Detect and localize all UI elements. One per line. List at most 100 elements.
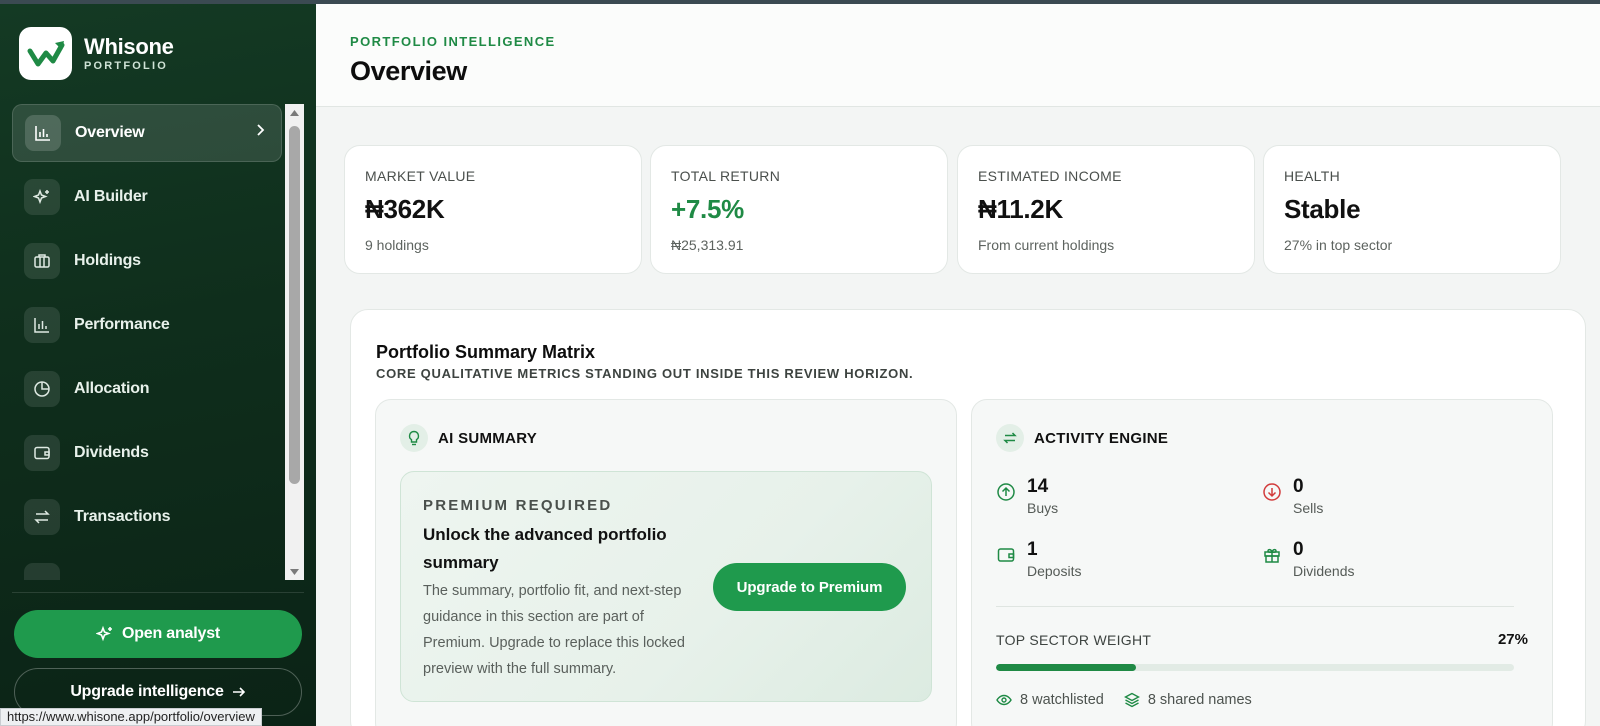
window-top-border bbox=[0, 0, 1600, 4]
arrow-right-icon bbox=[232, 687, 245, 697]
stat-value: Stable bbox=[1284, 194, 1361, 224]
sidebar-item-allocation[interactable]: Allocation bbox=[12, 360, 282, 418]
sidebar-item-label: Allocation bbox=[74, 380, 150, 397]
stat-subtext: 27% in top sector bbox=[1284, 237, 1393, 253]
sidebar-divider bbox=[12, 592, 304, 593]
stat-card-market-value: MARKET VALUE ₦362K 9 holdings bbox=[344, 145, 642, 274]
watchlisted-label: 8 watchlisted bbox=[1020, 692, 1104, 708]
activity-deposits: 1 Deposits bbox=[996, 539, 1081, 581]
briefcase-icon bbox=[24, 243, 60, 279]
stat-subtext: ₦25,313.91 bbox=[671, 237, 744, 253]
top-sector-weight-value: 27% bbox=[1497, 631, 1528, 648]
stat-value: ₦362K bbox=[365, 194, 445, 224]
stat-label: HEALTH bbox=[1284, 168, 1340, 184]
sidebar-scrollbar[interactable] bbox=[285, 104, 304, 580]
ai-summary-panel: AI SUMMARY PREMIUM REQUIRED Unlock the a… bbox=[375, 399, 957, 726]
portfolio-summary-matrix: Portfolio Summary Matrix CORE QUALITATIV… bbox=[350, 309, 1586, 726]
shared-names-label: 8 shared names bbox=[1147, 692, 1252, 708]
premium-required-label: PREMIUM REQUIRED bbox=[423, 497, 613, 514]
arrow-up-circle-icon bbox=[997, 483, 1015, 501]
activity-engine-panel: ACTIVITY ENGINE 14 Buys 0 Sells 1 Deposi… bbox=[971, 399, 1553, 726]
more-icon bbox=[24, 563, 60, 580]
stat-label: ESTIMATED INCOME bbox=[978, 168, 1122, 184]
swap-icon bbox=[996, 424, 1024, 452]
sidebar-item-label: AI Builder bbox=[74, 188, 148, 205]
progress-fill bbox=[996, 664, 1136, 671]
sparkles-icon bbox=[24, 179, 60, 215]
page-eyebrow: PORTFOLIO INTELLIGENCE bbox=[350, 34, 556, 49]
top-sector-weight-label: TOP SECTOR WEIGHT bbox=[996, 632, 1152, 648]
sidebar-item-label: Overview bbox=[75, 124, 145, 141]
stat-card-total-return: TOTAL RETURN +7.5% ₦25,313.91 bbox=[650, 145, 948, 274]
premium-description: The summary, portfolio fit, and next-ste… bbox=[423, 583, 685, 677]
activity-label: Dividends bbox=[1293, 563, 1355, 579]
bar-chart-icon bbox=[24, 307, 60, 343]
panel-title: ACTIVITY ENGINE bbox=[1034, 429, 1169, 447]
matrix-subtitle: CORE QUALITATIVE METRICS STANDING OUT IN… bbox=[376, 366, 914, 381]
sidebar-item-transactions[interactable]: Transactions bbox=[12, 488, 282, 546]
wallet-icon bbox=[24, 435, 60, 471]
sidebar-item-holdings[interactable]: Holdings bbox=[12, 232, 282, 290]
sidebar: Whisone PORTFOLIO Overview AI Builder Ho… bbox=[0, 0, 316, 726]
sidebar-item-performance[interactable]: Performance bbox=[12, 296, 282, 354]
gift-icon bbox=[1264, 548, 1280, 563]
stat-label: MARKET VALUE bbox=[365, 168, 476, 184]
main-content: PORTFOLIO INTELLIGENCE Overview MARKET V… bbox=[316, 4, 1600, 726]
activity-sells: 0 Sells bbox=[1262, 476, 1323, 518]
scroll-up-arrow-icon[interactable] bbox=[285, 104, 304, 121]
wallet-icon bbox=[997, 548, 1015, 562]
stat-card-health: HEALTH Stable 27% in top sector bbox=[1263, 145, 1561, 274]
activity-value: 1 bbox=[1027, 539, 1038, 560]
stat-subtext: From current holdings bbox=[978, 237, 1115, 253]
activity-value: 0 bbox=[1293, 539, 1304, 560]
activity-label: Deposits bbox=[1027, 563, 1082, 579]
page-header: PORTFOLIO INTELLIGENCE Overview bbox=[316, 4, 1600, 107]
matrix-title: Portfolio Summary Matrix bbox=[376, 342, 596, 362]
sparkles-icon bbox=[95, 625, 112, 642]
sidebar-nav: Overview AI Builder Holdings Performance bbox=[12, 104, 284, 580]
shared-names-count: 8 shared names bbox=[1123, 692, 1252, 708]
chevron-right-icon bbox=[255, 123, 265, 142]
page-title: Overview bbox=[350, 56, 467, 86]
scroll-down-arrow-icon[interactable] bbox=[285, 563, 304, 580]
eye-icon bbox=[996, 694, 1012, 706]
upgrade-intelligence-label: Upgrade intelligence bbox=[70, 683, 224, 700]
upgrade-to-premium-button[interactable]: Upgrade to Premium bbox=[713, 563, 906, 611]
stat-value: +7.5% bbox=[671, 194, 744, 224]
panel-title: AI SUMMARY bbox=[438, 429, 538, 447]
top-sector-weight-bar bbox=[996, 664, 1514, 671]
sidebar-item-partial[interactable] bbox=[12, 552, 282, 580]
activity-label: Buys bbox=[1027, 500, 1059, 516]
stat-value: ₦11.2K bbox=[978, 194, 1063, 224]
divider bbox=[996, 606, 1514, 607]
arrow-down-circle-icon bbox=[1263, 483, 1281, 501]
activity-dividends: 0 Dividends bbox=[1262, 539, 1354, 581]
premium-title: Unlock the advanced portfolio summary bbox=[423, 525, 667, 572]
watchlisted-count: 8 watchlisted bbox=[996, 692, 1104, 708]
sidebar-item-label: Transactions bbox=[74, 508, 171, 525]
sidebar-item-overview[interactable]: Overview bbox=[12, 104, 282, 162]
sidebar-item-label: Holdings bbox=[74, 252, 141, 269]
activity-label: Sells bbox=[1293, 500, 1324, 516]
scrollbar-thumb[interactable] bbox=[289, 126, 300, 484]
stat-subtext: 9 holdings bbox=[365, 237, 429, 253]
sidebar-item-dividends[interactable]: Dividends bbox=[12, 424, 282, 482]
bar-chart-icon bbox=[25, 115, 61, 151]
pie-chart-icon bbox=[24, 371, 60, 407]
lightbulb-icon bbox=[400, 424, 428, 452]
sidebar-item-label: Performance bbox=[74, 316, 170, 333]
stat-label: TOTAL RETURN bbox=[671, 168, 781, 184]
sidebar-item-ai-builder[interactable]: AI Builder bbox=[12, 168, 282, 226]
browser-status-url: https://www.whisone.app/portfolio/overvi… bbox=[0, 708, 262, 726]
activity-value: 0 bbox=[1293, 476, 1304, 497]
layers-icon bbox=[1123, 692, 1140, 708]
whisone-logo bbox=[19, 27, 72, 80]
premium-lock-card: PREMIUM REQUIRED Unlock the advanced por… bbox=[400, 471, 932, 702]
activity-buys: 14 Buys bbox=[996, 476, 1058, 518]
swap-icon bbox=[24, 499, 60, 535]
open-analyst-button[interactable]: Open analyst bbox=[14, 610, 302, 658]
brand[interactable]: Whisone PORTFOLIO bbox=[19, 27, 174, 80]
brand-subtitle: PORTFOLIO bbox=[84, 59, 168, 72]
brand-name: Whisone bbox=[84, 33, 174, 59]
stat-card-estimated-income: ESTIMATED INCOME ₦11.2K From current hol… bbox=[957, 145, 1255, 274]
